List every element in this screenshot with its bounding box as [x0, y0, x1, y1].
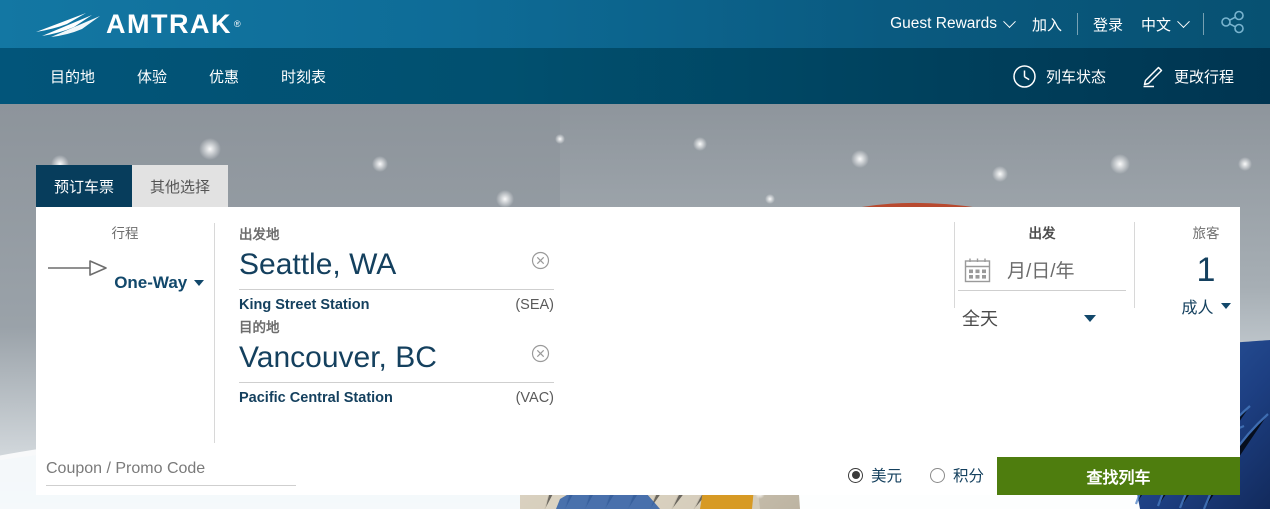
destination-clear-button[interactable] — [531, 344, 550, 368]
chevron-down-icon — [1003, 14, 1016, 28]
station-fields: 出发地 Seattle, WA King Street Station (SEA… — [239, 223, 554, 409]
divider — [1203, 13, 1204, 35]
join-label: 加入 — [1031, 16, 1062, 34]
divider — [1134, 222, 1135, 308]
passenger-type-dropdown[interactable]: 成人 — [1181, 294, 1231, 318]
radio-points-icon — [930, 467, 946, 483]
top-header-bar: AMTRAK ® Guest Rewards 加入 登录 中文 — [0, 0, 1270, 48]
destination-label: 目的地 — [239, 320, 280, 335]
origin-station-name: King Street Station — [239, 297, 370, 313]
destination-station-row: Pacific Central Station (VAC) — [239, 390, 554, 406]
origin-station-row: King Street Station (SEA) — [239, 297, 554, 313]
nav-item-destinations[interactable]: 目的地 — [50, 66, 95, 87]
fare-option-dollars[interactable]: 美元 — [848, 464, 902, 486]
radio-dollars-icon — [848, 467, 863, 483]
nav-utility-links: 列车状态 更改行程 — [978, 64, 1234, 89]
caret-down-icon — [1220, 303, 1231, 309]
modify-trip-button[interactable]: 更改行程 — [1140, 64, 1234, 89]
one-way-arrow-icon — [47, 260, 107, 276]
nav-links: 目的地 体验 优惠 时刻表 — [50, 66, 368, 87]
passengers-section: 旅客 1 成人 — [1136, 222, 1270, 318]
nav-item-deals[interactable]: 优惠 — [209, 66, 239, 87]
brand-name: AMTRAK — [106, 8, 232, 39]
nav-item-experience[interactable]: 体验 — [137, 66, 167, 87]
language-label: 中文 — [1140, 16, 1171, 34]
departure-time-value: 全天 — [962, 309, 998, 329]
origin-clear-button[interactable] — [531, 251, 550, 275]
passengers-count[interactable]: 1 — [1136, 248, 1270, 292]
clear-circle-x-icon — [531, 344, 550, 363]
main-navigation-bar: 目的地 体验 优惠 时刻表 列车状态 更改行程 — [0, 48, 1270, 104]
clear-circle-x-icon — [531, 251, 550, 270]
amtrak-booking-page: AMTRAK ® Guest Rewards 加入 登录 中文 目的地 体验 优… — [0, 0, 1270, 509]
guest-rewards-label: Guest Rewards — [890, 15, 997, 32]
trip-type-label: 行程 — [111, 226, 139, 241]
login-label: 登录 — [1092, 16, 1123, 34]
departure-label: 出发 — [1028, 226, 1056, 241]
chevron-down-icon — [1177, 14, 1190, 28]
departure-date-placeholder: 月/日/年 — [1007, 261, 1075, 282]
origin-field: 出发地 Seattle, WA King Street Station (SEA… — [239, 223, 554, 313]
train-status-label: 列车状态 — [1045, 68, 1106, 86]
booking-form-card: 行程 One-Way 出发地 Seattle, WA King Street S… — [36, 207, 1240, 452]
fare-option-points[interactable]: 积分 — [930, 464, 984, 486]
passengers-label: 旅客 — [1192, 226, 1220, 241]
passenger-type-value: 成人 — [1181, 300, 1214, 317]
tab-book-ticket[interactable]: 预订车票 — [36, 165, 133, 207]
destination-input[interactable]: Vancouver, BC — [239, 338, 554, 383]
departure-date-input[interactable]: 月/日/年 — [958, 256, 1126, 291]
fare-option-dollars-label: 美元 — [871, 468, 903, 485]
divider — [214, 223, 215, 443]
amtrak-logo[interactable]: AMTRAK ® — [34, 8, 241, 39]
destination-station-name: Pacific Central Station — [239, 390, 393, 406]
share-button[interactable] — [1220, 10, 1246, 38]
origin-station-code: (SEA) — [515, 297, 554, 313]
amtrak-swoosh-logo-icon — [36, 13, 100, 37]
caret-down-icon — [1084, 314, 1096, 322]
destination-station-code: (VAC) — [515, 390, 554, 406]
booking-form-footer: 美元 积分 查找列车 — [36, 452, 1240, 495]
departure-time-dropdown[interactable]: 全天 — [958, 305, 1126, 331]
tab-book-ticket-label: 预订车票 — [54, 178, 115, 196]
booking-tabs: 预订车票 其他选择 — [36, 165, 229, 207]
join-link[interactable]: 加入 — [1023, 14, 1071, 35]
divider — [1076, 13, 1078, 35]
fare-option-points-label: 积分 — [953, 468, 985, 485]
departure-section: 出发 月/日/年 全天 — [958, 222, 1126, 331]
train-status-button[interactable]: 列车状态 — [1012, 64, 1106, 89]
origin-label: 出发地 — [239, 227, 280, 242]
find-trains-button[interactable]: 查找列车 — [997, 457, 1240, 495]
trip-type-section: 行程 One-Way — [36, 222, 214, 293]
share-icon — [1221, 10, 1244, 34]
fare-type-radios: 美元 积分 — [848, 464, 1012, 486]
destination-field: 目的地 Vancouver, BC Pacific Central Statio… — [239, 316, 554, 406]
tab-other-options[interactable]: 其他选择 — [132, 165, 229, 207]
origin-input[interactable]: Seattle, WA — [239, 245, 554, 290]
login-link[interactable]: 登录 — [1084, 14, 1132, 35]
calendar-icon — [964, 258, 991, 282]
coupon-input[interactable] — [46, 460, 296, 486]
guest-rewards-menu[interactable]: Guest Rewards — [881, 14, 1023, 33]
caret-down-icon — [194, 280, 205, 286]
trip-type-dropdown[interactable]: One-Way — [114, 273, 205, 293]
clock-icon — [1013, 64, 1036, 88]
top-right-links: Guest Rewards 加入 登录 中文 — [881, 10, 1250, 38]
divider — [954, 222, 955, 308]
language-menu[interactable]: 中文 — [1132, 14, 1197, 35]
nav-item-schedules[interactable]: 时刻表 — [281, 66, 326, 87]
tab-other-options-label: 其他选择 — [150, 178, 211, 196]
pencil-icon — [1143, 66, 1163, 87]
registered-mark: ® — [233, 19, 241, 29]
trip-type-value: One-Way — [114, 273, 188, 292]
modify-trip-label: 更改行程 — [1173, 68, 1234, 86]
